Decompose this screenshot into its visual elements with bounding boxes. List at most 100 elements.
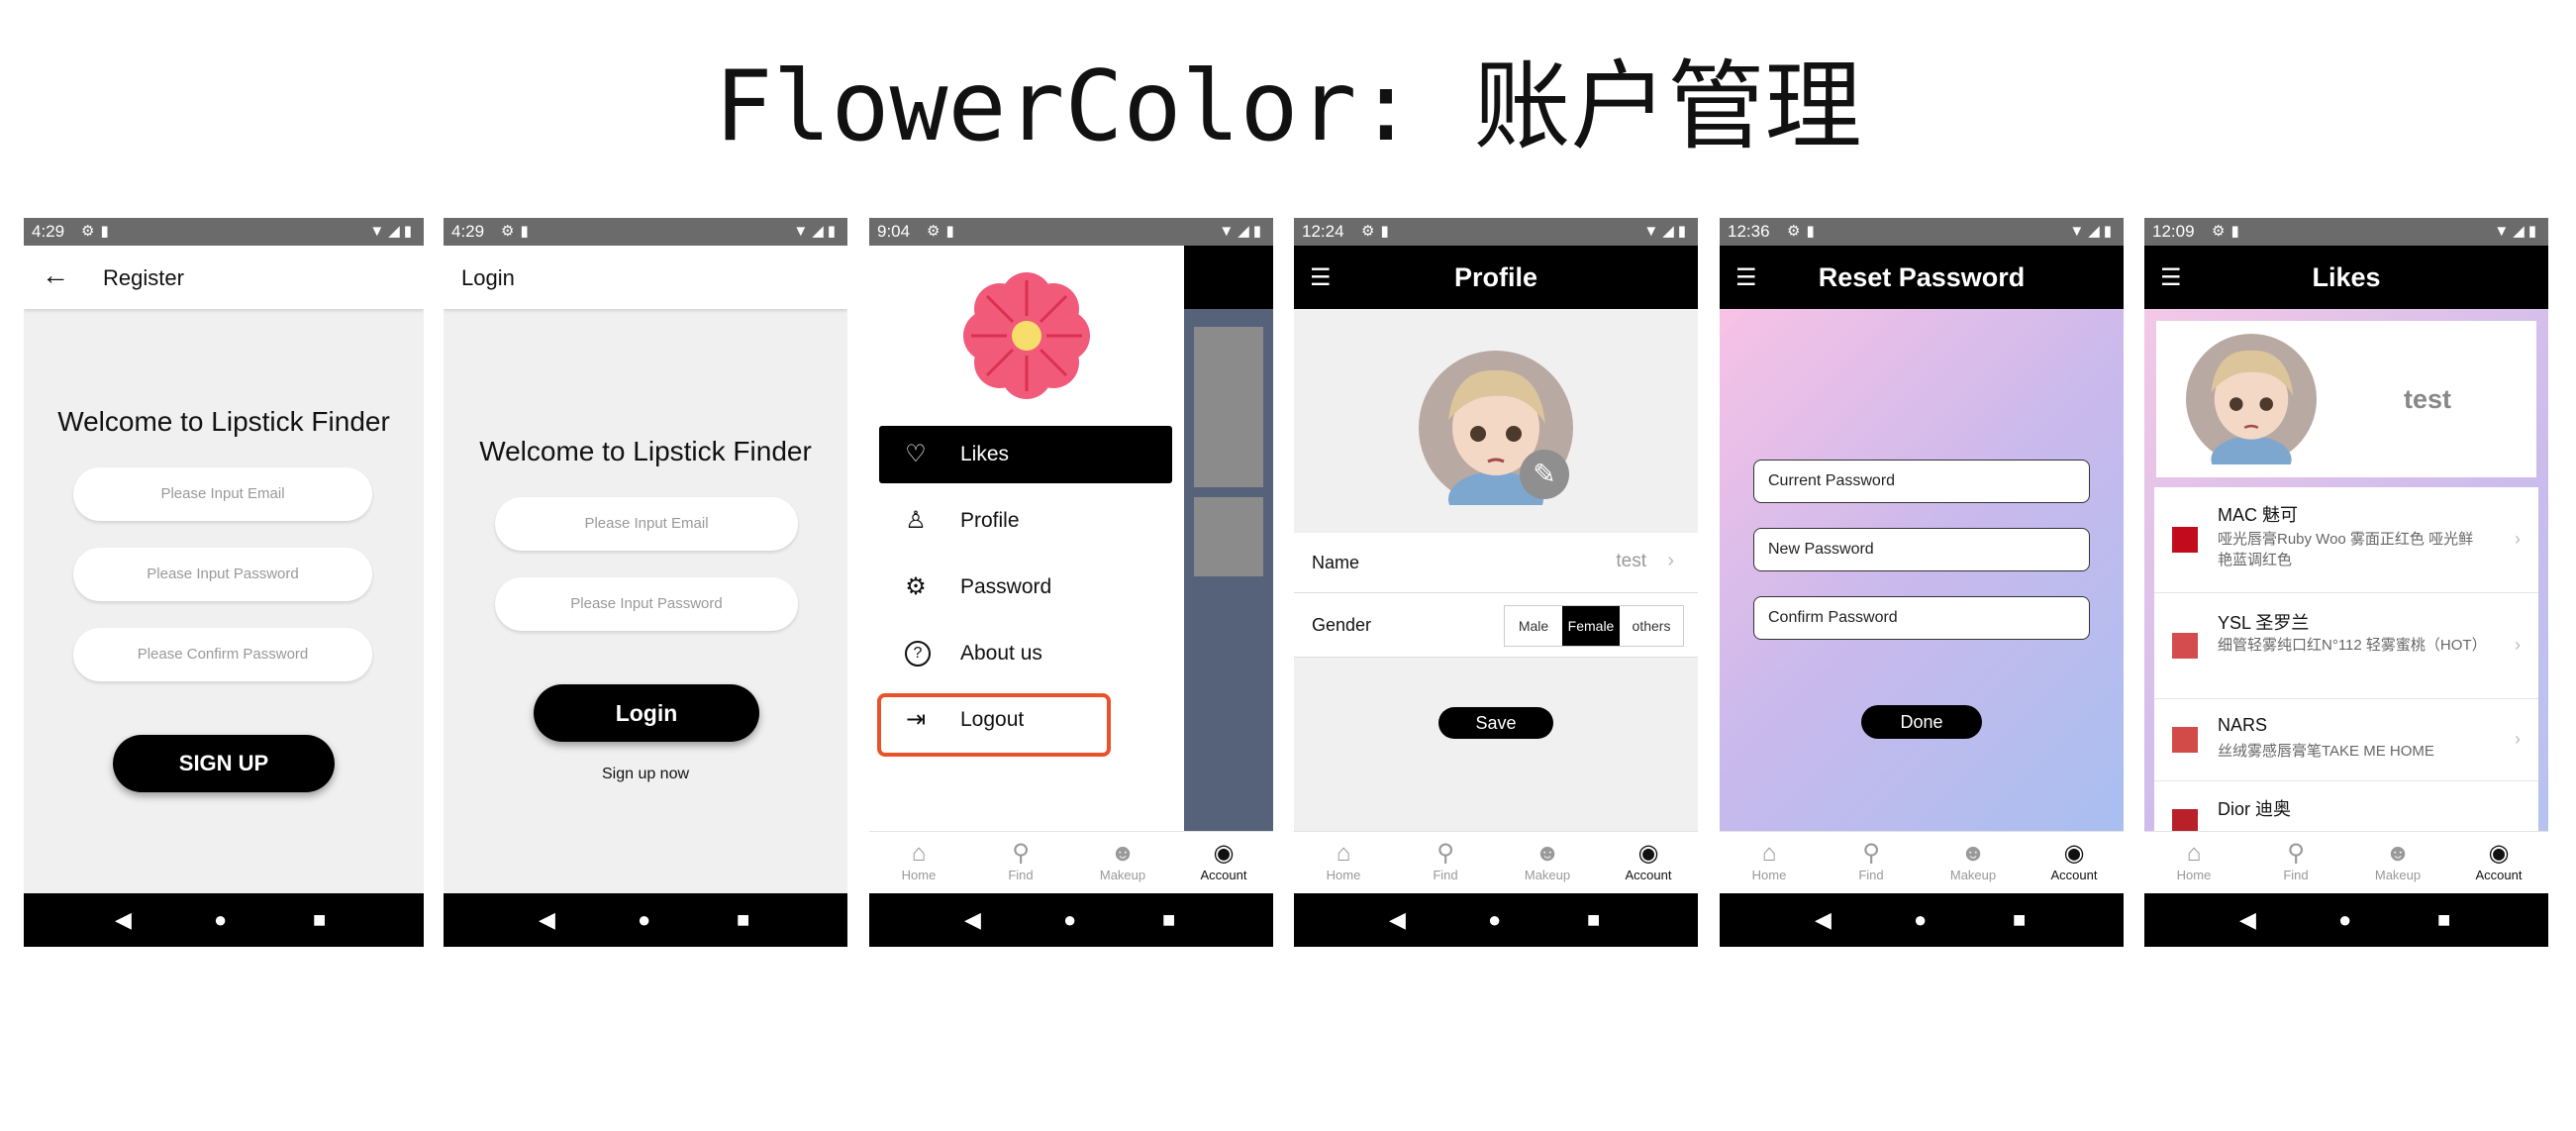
nav-recent-icon[interactable]: ■ [1162, 907, 1175, 933]
nav-recent-icon[interactable]: ■ [1587, 907, 1600, 933]
login-button[interactable]: Login [534, 684, 759, 742]
nav-recent-icon[interactable]: ■ [313, 907, 326, 933]
confirm-password-field[interactable]: Please Confirm Password [73, 628, 372, 681]
gender-option-others[interactable]: others [1620, 606, 1683, 646]
nav-home-icon[interactable]: ● [1914, 907, 1927, 933]
nav-back-icon[interactable]: ◀ [1389, 907, 1406, 933]
nav-back-icon[interactable]: ◀ [2239, 907, 2256, 933]
gender-option-male[interactable]: Male [1505, 606, 1562, 646]
list-item[interactable]: Dior 迪奥 [2154, 781, 2538, 832]
tab-find[interactable]: ⚲ Find [2256, 840, 2335, 883]
tab-account[interactable]: ◉ Account [1184, 840, 1263, 883]
tab-find[interactable]: ⚲ Find [1406, 840, 1485, 883]
drawer-item-profile[interactable]: ♙ Profile [879, 492, 1172, 550]
done-button[interactable]: Done [1861, 705, 1982, 739]
nav-recent-icon[interactable]: ■ [2013, 907, 2026, 933]
search-icon: ⚲ [1862, 840, 1880, 867]
tab-label: Find [1008, 868, 1034, 882]
tab-makeup[interactable]: ☻ Makeup [2358, 840, 2437, 883]
tab-home[interactable]: ⌂ Home [1730, 840, 1809, 883]
edit-avatar-button[interactable]: ✎ [1520, 450, 1569, 499]
screen-title: Register [103, 265, 184, 290]
app-bar: Login [444, 246, 847, 309]
tab-makeup[interactable]: ☻ Makeup [1083, 840, 1162, 883]
tab-makeup[interactable]: ☻ Makeup [1933, 840, 2013, 883]
scrim-overlay[interactable] [1184, 246, 1273, 832]
tab-makeup[interactable]: ☻ Makeup [1508, 840, 1587, 883]
brand-name: NARS [2218, 715, 2268, 735]
color-swatch [2172, 633, 2198, 659]
drawer-item-label: About us [960, 642, 1042, 665]
nav-recent-icon[interactable]: ■ [2437, 907, 2450, 933]
product-desc: 丝绒雾感唇膏笔TAKE ME HOME [2218, 743, 2434, 760]
bottom-tab-bar: ⌂ Home ⚲ Find ☻ Makeup ◉ Account [1720, 831, 2124, 893]
color-swatch [2172, 727, 2198, 753]
signup-button[interactable]: SIGN UP [113, 735, 335, 792]
welcome-heading: Welcome to Lipstick Finder [57, 406, 390, 437]
tab-home[interactable]: ⌂ Home [2154, 840, 2233, 883]
app-bar: ← Register [24, 246, 424, 309]
system-nav-bar: ◀ ● ■ [24, 893, 424, 947]
drawer-item-about[interactable]: ? About us [879, 625, 1172, 682]
gender-option-female[interactable]: Female [1562, 606, 1620, 646]
drawer-item-likes[interactable]: ♡ Likes [879, 426, 1172, 483]
nav-home-icon[interactable]: ● [2338, 907, 2351, 933]
tab-home[interactable]: ⌂ Home [1304, 840, 1383, 883]
nav-home-icon[interactable]: ● [1488, 907, 1501, 933]
nav-home-icon[interactable]: ● [1063, 907, 1076, 933]
tab-account[interactable]: ◉ Account [2459, 840, 2538, 883]
tab-home[interactable]: ⌂ Home [879, 840, 958, 883]
tab-label: Account [2050, 868, 2098, 882]
name-row[interactable]: Name test › [1294, 533, 1698, 593]
gradient-background: Current Password New Password Confirm Pa… [1720, 309, 2124, 832]
tab-label: Home [1751, 868, 1787, 882]
system-nav-bar: ◀ ● ■ [444, 893, 847, 947]
signup-link[interactable]: Sign up now [444, 766, 847, 783]
list-item[interactable]: NARS 丝绒雾感唇膏笔TAKE ME HOME › [2154, 699, 2538, 781]
notification-icons: ⚙▮ [501, 223, 535, 240]
name-label: Name [1312, 553, 1360, 572]
account-icon: ◉ [1637, 840, 1659, 867]
tab-label: Home [901, 868, 937, 882]
signal-battery-icons: ▼◢▮ [793, 223, 840, 240]
password-field[interactable]: Please Input Password [73, 548, 372, 601]
user-card: test [2156, 321, 2536, 477]
list-item[interactable]: YSL 圣罗兰 细管轻雾纯口红N°112 轻雾蜜桃（HOT） › [2154, 593, 2538, 699]
tab-label: Find [1433, 868, 1458, 882]
new-password-field[interactable]: New Password [1753, 528, 2090, 571]
nav-back-icon[interactable]: ◀ [1815, 907, 1832, 933]
email-field[interactable]: Please Input Email [73, 467, 372, 521]
home-icon: ⌂ [1761, 840, 1777, 867]
nav-recent-icon[interactable]: ■ [737, 907, 749, 933]
save-button[interactable]: Save [1438, 707, 1553, 739]
tab-find[interactable]: ⚲ Find [1832, 840, 1911, 883]
nav-home-icon[interactable]: ● [214, 907, 227, 933]
tab-account[interactable]: ◉ Account [2034, 840, 2114, 883]
tab-find[interactable]: ⚲ Find [981, 840, 1060, 883]
avatar[interactable] [2186, 334, 2317, 464]
nav-back-icon[interactable]: ◀ [539, 907, 555, 933]
screen-title: Login [461, 265, 515, 290]
nav-home-icon[interactable]: ● [638, 907, 650, 933]
email-field[interactable]: Please Input Email [495, 497, 798, 551]
list-item[interactable]: MAC 魅可 哑光唇膏Ruby Woo 雾面正红色 哑光鲜艳蓝调红色 › [2154, 487, 2538, 593]
chevron-right-icon: › [1667, 550, 1674, 571]
tab-label: Account [2475, 868, 2523, 882]
back-arrow-icon[interactable]: ← [42, 259, 69, 291]
password-field[interactable]: Please Input Password [495, 577, 798, 631]
person-icon: ♙ [905, 507, 927, 534]
background-card [1194, 497, 1263, 576]
face-icon: ☻ [1110, 840, 1136, 867]
flower-logo-icon [963, 272, 1090, 399]
notification-icons: ⚙▮ [1787, 223, 1821, 240]
drawer-item-password[interactable]: ⚙ Password [879, 559, 1172, 616]
status-bar: 12:36 ⚙▮ ▼◢▮ [1720, 218, 2124, 246]
nav-back-icon[interactable]: ◀ [115, 907, 132, 933]
clock: 4:29 [32, 222, 65, 241]
tab-account[interactable]: ◉ Account [1609, 840, 1688, 883]
current-password-field[interactable]: Current Password [1753, 460, 2090, 503]
nav-back-icon[interactable]: ◀ [964, 907, 981, 933]
confirm-password-field[interactable]: Confirm Password [1753, 596, 2090, 640]
profile-screen: 12:24 ⚙▮ ▼◢▮ ☰ Profile ✎ Name test › Gen… [1294, 218, 1698, 947]
account-icon: ◉ [1213, 840, 1235, 867]
